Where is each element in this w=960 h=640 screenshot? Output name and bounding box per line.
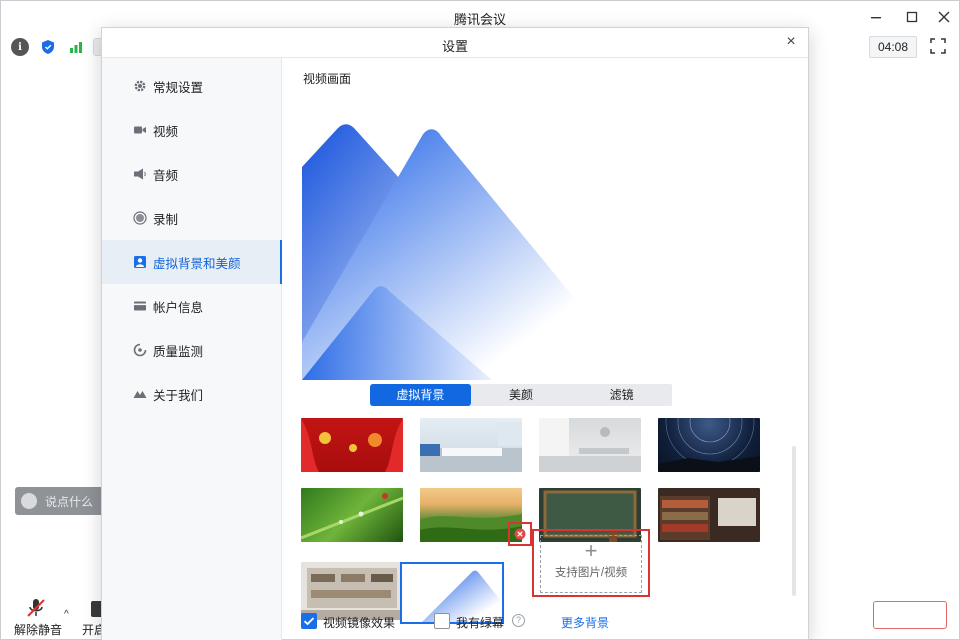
fullscreen-button[interactable] [929,37,949,57]
thumbnail-scrollbar[interactable] [792,446,796,596]
maximize-icon [906,11,918,23]
unmute-label[interactable]: 解除静音 [14,621,62,638]
add-background-button[interactable]: + 支持图片/视频 [532,529,650,597]
window-title: 腾讯会议 [453,12,506,27]
settings-sidebar: 常规设置 视频 音频 录制 虚拟背景和美颜 帐户信息 质量监测 关于我们 [102,58,282,640]
delete-icon [514,528,526,540]
sidebar-item-audio[interactable]: 音频 [102,152,281,196]
background-tabs: 虚拟背景 美颜 滤镜 [370,384,672,406]
sidebar-item-virtual-background[interactable]: 虚拟背景和美颜 [102,240,282,284]
sidebar-item-label: 视频 [153,124,179,139]
dialog-header: 设置 × [102,28,808,58]
sidebar-item-label: 录制 [153,212,179,227]
tab-filter[interactable]: 滤镜 [571,384,672,406]
close-window-button[interactable] [933,7,955,27]
sidebar-item-general[interactable]: 常规设置 [102,64,281,108]
help-icon[interactable]: ? [512,614,525,627]
sidebar-item-label: 虚拟背景和美颜 [153,256,241,271]
security-shield-icon[interactable] [39,38,57,56]
mirror-video-checkbox[interactable] [301,613,317,629]
minimize-icon [871,17,881,19]
sidebar-item-label: 质量监测 [153,344,204,359]
green-screen-label[interactable]: 我有绿幕 [456,614,504,631]
more-backgrounds-link[interactable]: 更多背景 [561,614,609,631]
add-background-dropzone[interactable]: + 支持图片/视频 [540,535,642,593]
background-thumb-meeting-room[interactable] [420,418,522,472]
chat-placeholder: 说点什么 [45,494,94,509]
sidebar-item-recording[interactable]: 录制 [102,196,281,240]
sidebar-item-about[interactable]: 关于我们 [102,372,281,416]
plus-icon: + [584,538,598,563]
background-thumb-red-festival[interactable] [301,418,403,472]
maximize-button[interactable] [901,7,923,27]
add-background-label: 支持图片/视频 [554,567,628,579]
background-thumb-green-leaf[interactable] [301,488,403,542]
sidebar-item-label: 关于我们 [153,388,204,403]
sidebar-item-video[interactable]: 视频 [102,108,281,152]
card-icon [134,301,146,311]
gear-icon [134,80,146,92]
delete-background-badge[interactable] [508,522,532,546]
video-preview [302,122,670,380]
chevron-up-icon[interactable]: ^ [64,609,69,620]
video-preview-label: 视频画面 [303,72,352,86]
sidebar-item-label: 常规设置 [153,80,204,95]
background-thumb-bookshelf-room[interactable] [658,488,760,542]
speaker-icon [134,168,146,180]
background-thumb-white-room[interactable] [539,418,641,472]
sidebar-item-label: 音频 [153,168,179,183]
minimize-button[interactable] [865,7,887,27]
green-screen-checkbox[interactable] [434,613,450,629]
chat-input[interactable]: 说点什么 [15,487,110,515]
monitor-icon [133,343,147,357]
record-icon [133,211,147,225]
info-icon[interactable]: i [11,38,29,56]
sidebar-item-label: 帐户信息 [153,300,204,315]
mirror-video-label[interactable]: 视频镜像效果 [323,614,395,631]
tab-virtual-background[interactable]: 虚拟背景 [370,384,471,406]
tencent-meeting-logo-preview [302,124,642,380]
fullscreen-icon [930,38,946,54]
check-icon [303,617,315,626]
video-camera-icon [134,126,146,134]
close-icon [938,11,950,23]
sidebar-item-account[interactable]: 帐户信息 [102,284,281,328]
end-meeting-button[interactable] [873,601,947,629]
sidebar-item-quality[interactable]: 质量监测 [102,328,281,372]
dialog-close-button[interactable]: × [782,33,800,51]
meeting-timer: 04:08 [869,36,917,58]
person-portrait-icon [134,256,146,268]
background-thumb-star-trails[interactable] [658,418,760,472]
emoji-icon[interactable] [21,493,37,509]
logo-icon [133,391,147,398]
background-options: 视频镜像效果 我有绿幕 ? 更多背景 [301,612,801,632]
settings-dialog: 设置 × 常规设置 视频 音频 录制 虚拟背景和美颜 帐户信息 质量监测 关于我… [101,27,809,640]
dialog-title: 设置 [441,39,468,54]
tab-beauty[interactable]: 美颜 [471,384,572,406]
signal-strength-icon[interactable] [67,38,85,56]
mic-muted-icon[interactable] [25,597,47,619]
background-thumb-green-hills[interactable] [420,488,522,542]
